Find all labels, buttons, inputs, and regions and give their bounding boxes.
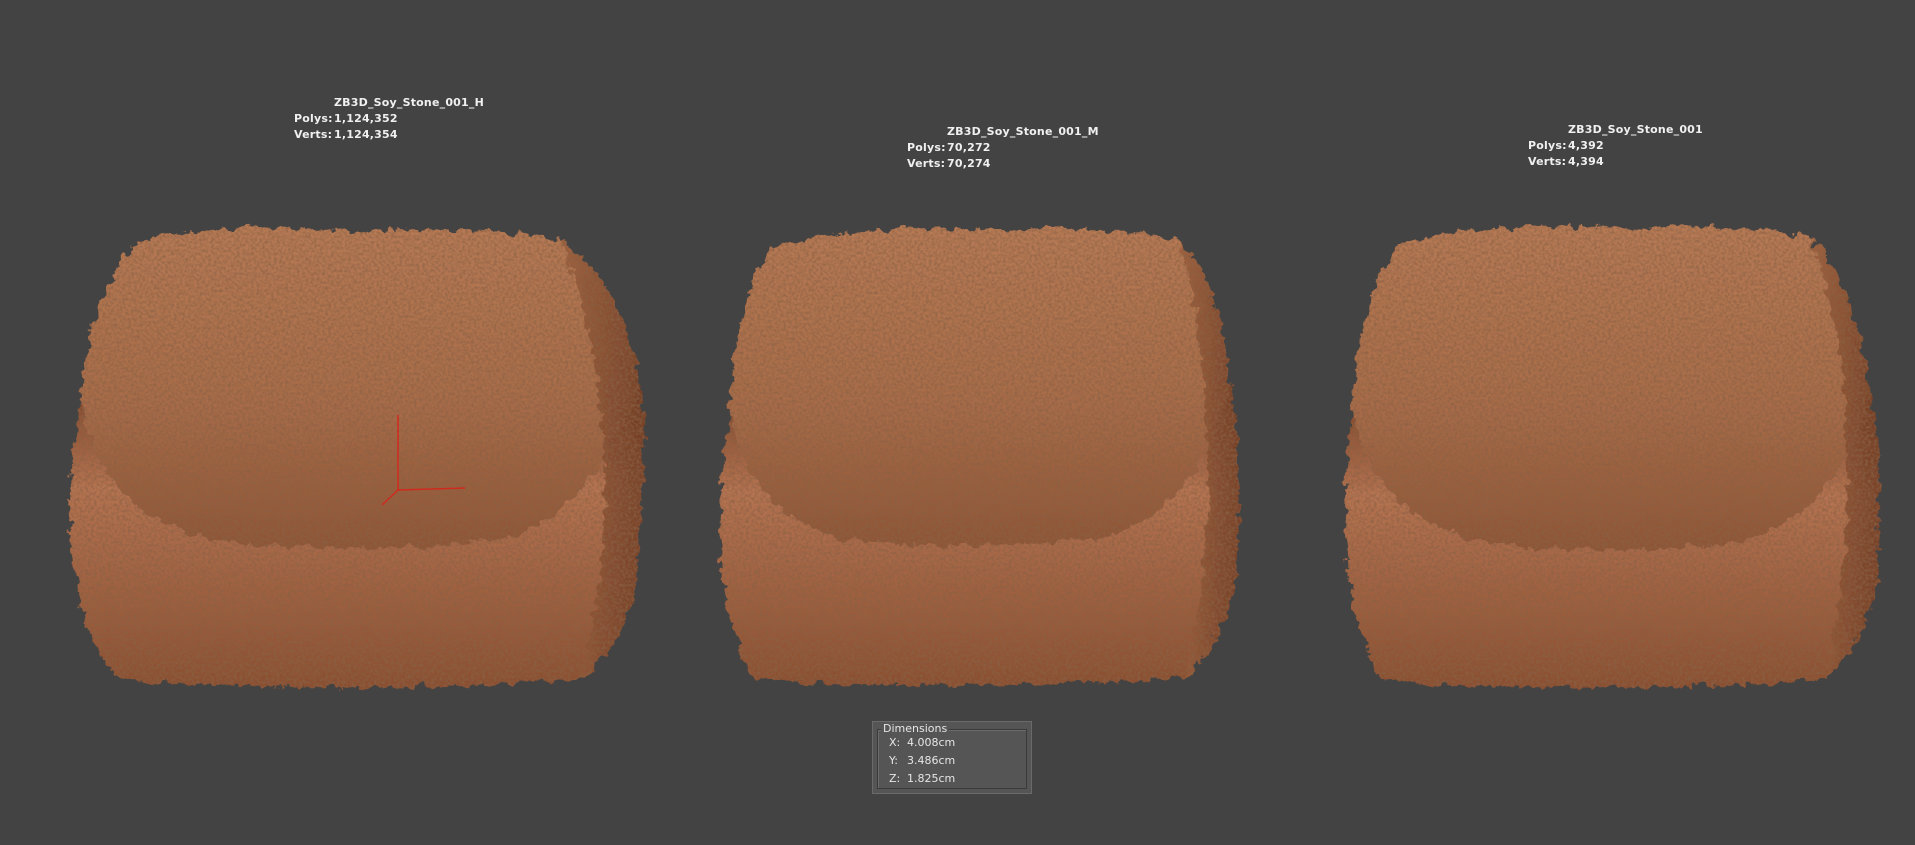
axis-x-label: X: — [889, 736, 901, 749]
verts-label: Verts: — [907, 157, 946, 170]
axis-y-label: Y: — [889, 754, 898, 767]
verts-value: 1,124,354 — [334, 128, 398, 141]
model-name: ZB3D_Soy_Stone_001_H — [334, 96, 484, 109]
polys-value: 4,392 — [1568, 139, 1604, 152]
dimension-y: Y: 3.486cm — [889, 754, 955, 767]
verts-value: 70,274 — [947, 157, 991, 170]
stone-model-medium[interactable] — [715, 212, 1255, 697]
model-name: ZB3D_Soy_Stone_001 — [1568, 123, 1703, 136]
stone-model-high[interactable] — [60, 210, 660, 700]
dimension-x: X: 4.008cm — [889, 736, 955, 749]
verts-label: Verts: — [294, 128, 333, 141]
3d-viewport[interactable]: ZB3D_Soy_Stone_001_H Polys: 1,124,352 Ver… — [0, 0, 1915, 845]
axis-z-value: 1.825cm — [907, 772, 956, 785]
model-info-low: ZB3D_Soy_Stone_001 Polys: 4,392 Verts: 4,3… — [1528, 122, 1703, 170]
verts-value: 4,394 — [1568, 155, 1604, 168]
polys-label: Polys: — [294, 112, 333, 125]
polys-value: 1,124,352 — [334, 112, 398, 125]
polys-label: Polys: — [907, 141, 946, 154]
model-info-high: ZB3D_Soy_Stone_001_H Polys: 1,124,352 Ver… — [294, 95, 484, 143]
verts-label: Verts: — [1528, 155, 1567, 168]
stone-model-low[interactable] — [1340, 212, 1885, 697]
model-info-medium: ZB3D_Soy_Stone_001_M Polys: 70,272 Verts:… — [907, 124, 1099, 172]
dimensions-title: Dimensions — [881, 722, 950, 735]
model-name: ZB3D_Soy_Stone_001_M — [947, 125, 1099, 138]
polys-value: 70,272 — [947, 141, 991, 154]
polys-label: Polys: — [1528, 139, 1567, 152]
dimensions-panel: Dimensions X: 4.008cm Y: 3.486cm Z: 1.825cm — [872, 721, 1032, 794]
dimension-z: Z: 1.825cm — [889, 772, 955, 785]
axis-x-value: 4.008cm — [907, 736, 956, 749]
axis-y-value: 3.486cm — [907, 754, 956, 767]
axis-z-label: Z: — [889, 772, 901, 785]
